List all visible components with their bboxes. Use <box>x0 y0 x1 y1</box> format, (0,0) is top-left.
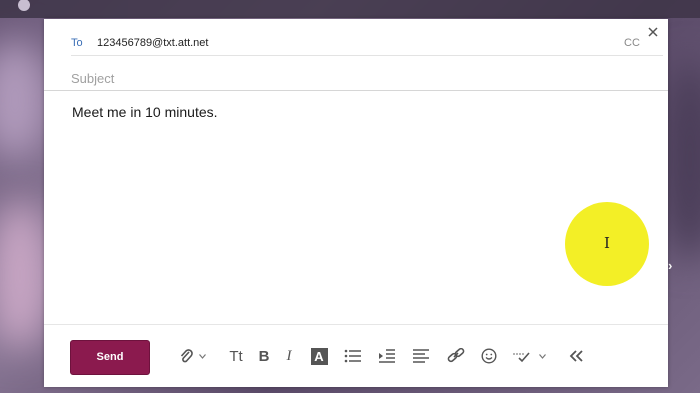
indent-icon <box>379 349 395 363</box>
divider <box>44 324 668 325</box>
bullet-list-button[interactable] <box>343 347 363 365</box>
to-field[interactable]: 123456789@txt.att.net <box>97 37 208 49</box>
text-color-label: A <box>310 347 328 365</box>
subject-input[interactable]: Subject <box>71 71 114 86</box>
text-cursor-icon: I <box>604 234 610 252</box>
send-button[interactable]: Send <box>70 340 150 375</box>
to-label: To <box>71 37 83 49</box>
emoji-icon <box>481 348 497 364</box>
spellcheck-button[interactable] <box>511 347 533 365</box>
text-color-button[interactable]: A <box>310 347 328 365</box>
font-size-button[interactable]: Tt <box>227 347 245 365</box>
spellcheck-dropdown[interactable] <box>537 347 547 365</box>
to-row: To 123456789@txt.att.net CC <box>44 19 668 55</box>
app-icon <box>18 0 30 11</box>
emoji-button[interactable] <box>480 347 498 365</box>
background-blob <box>0 40 50 160</box>
close-icon[interactable] <box>648 27 658 37</box>
message-body[interactable]: Meet me in 10 minutes. <box>72 104 218 120</box>
paperclip-icon <box>180 349 193 363</box>
chevron-down-icon <box>198 353 206 359</box>
spellcheck-icon <box>513 352 530 363</box>
indent-button[interactable] <box>377 347 397 365</box>
divider <box>44 90 668 91</box>
align-button[interactable] <box>411 347 431 365</box>
attach-dropdown[interactable] <box>197 347 207 365</box>
italic-button[interactable]: I <box>283 347 295 365</box>
compose-window: To 123456789@txt.att.net CC Subject Meet… <box>44 19 668 387</box>
next-arrow-icon[interactable]: › <box>668 258 672 273</box>
bold-button[interactable]: B <box>256 347 272 365</box>
attach-button[interactable] <box>177 347 195 365</box>
bullet-list-icon <box>344 349 361 363</box>
collapse-toolbar-button[interactable] <box>567 347 585 365</box>
align-icon <box>413 349 429 363</box>
background-blob <box>0 200 50 350</box>
link-icon <box>447 348 465 363</box>
top-bar <box>0 0 700 18</box>
cc-button[interactable]: CC <box>624 37 640 49</box>
collapse-icon <box>569 350 583 362</box>
chevron-down-icon <box>538 353 546 359</box>
divider <box>71 55 663 56</box>
link-button[interactable] <box>446 347 466 365</box>
